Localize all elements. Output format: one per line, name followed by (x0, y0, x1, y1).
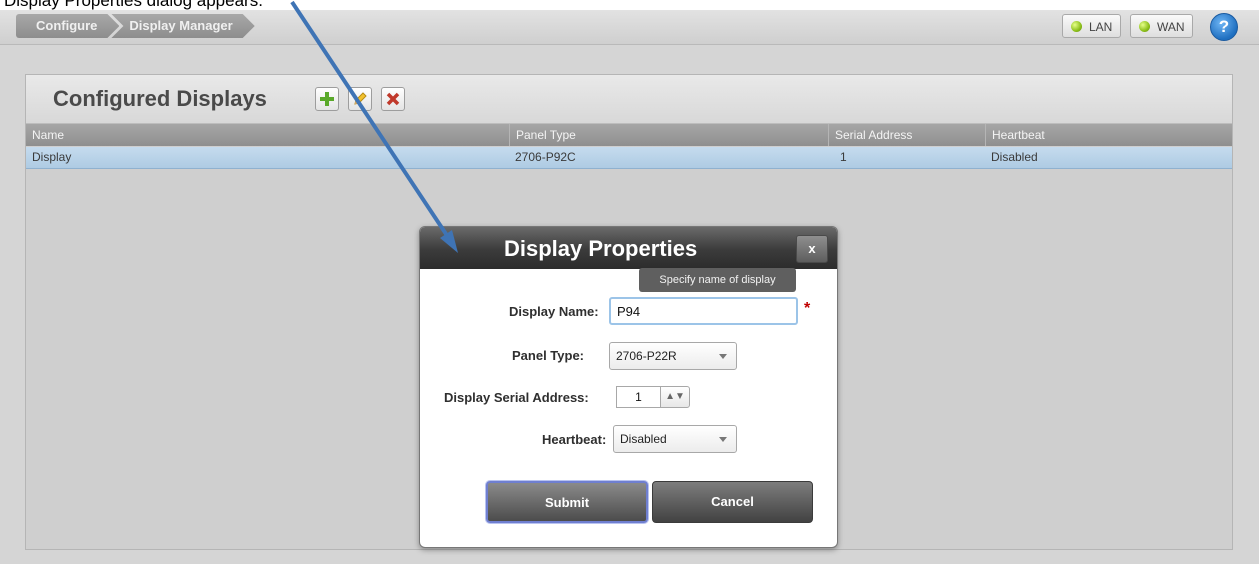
delete-display-button[interactable] (381, 87, 405, 111)
grid-header: Name Panel Type Serial Address Heartbeat (26, 124, 1232, 146)
help-icon[interactable]: ? (1210, 13, 1238, 41)
breadcrumb-display-manager[interactable]: Display Manager (111, 14, 254, 38)
pencil-icon (354, 92, 367, 105)
caption-area: Display Properties dialog appears. (0, 0, 1259, 10)
column-header-heartbeat[interactable]: Heartbeat (985, 124, 1232, 146)
wan-led-icon (1139, 21, 1150, 32)
chevron-down-icon (719, 354, 727, 359)
dialog-title: Display Properties (504, 236, 698, 261)
breadcrumb-configure[interactable]: Configure (16, 14, 119, 38)
required-star-icon: * (804, 300, 811, 317)
row-serial-address: 1 (840, 150, 847, 164)
x-icon (386, 92, 400, 106)
lan-led-icon (1071, 21, 1082, 32)
display-properties-dialog: Display Properties x Specify name of dis… (419, 226, 838, 548)
row-name: Display (32, 150, 72, 164)
lan-label: LAN (1089, 20, 1113, 34)
dialog-titlebar[interactable]: Display Properties x (420, 227, 837, 269)
add-display-button[interactable] (315, 87, 339, 111)
chevron-down-icon (719, 437, 727, 442)
heartbeat-value: Disabled (620, 432, 667, 446)
serial-address-input[interactable]: 1 (616, 386, 660, 408)
display-name-label: Display Name: (509, 304, 599, 319)
wan-status-button[interactable]: WAN (1130, 14, 1193, 38)
column-header-panel-type[interactable]: Panel Type (509, 124, 828, 146)
panel-title: Configured Displays (53, 86, 267, 111)
display-name-tooltip: Specify name of display (639, 268, 796, 292)
close-button[interactable]: x (796, 235, 828, 263)
panel-type-value: 2706-P22R (616, 349, 677, 363)
serial-address-label: Display Serial Address: (444, 390, 589, 405)
panel-header: Configured Displays (26, 75, 1232, 124)
row-heartbeat: Disabled (991, 150, 1038, 164)
column-header-serial-address[interactable]: Serial Address (828, 124, 985, 146)
column-header-name[interactable]: Name (26, 124, 509, 146)
top-bar: Configure Display Manager LAN WAN ? (0, 10, 1259, 45)
submit-button[interactable]: Submit (486, 481, 648, 523)
serial-address-stepper[interactable]: ▲▼ (660, 386, 690, 408)
lan-status-button[interactable]: LAN (1062, 14, 1121, 38)
panel-type-label: Panel Type: (512, 348, 585, 363)
heartbeat-select[interactable]: Disabled (613, 425, 737, 453)
stepper-arrows-icon: ▲▼ (665, 391, 685, 402)
display-name-field[interactable] (609, 297, 798, 325)
plus-icon (320, 92, 334, 106)
heartbeat-label: Heartbeat: (542, 432, 607, 447)
table-row[interactable]: Display 2706-P92C 1 Disabled (26, 147, 1232, 169)
breadcrumb: Configure Display Manager (16, 14, 255, 38)
panel-type-select[interactable]: 2706-P22R (609, 342, 737, 370)
wan-label: WAN (1157, 20, 1185, 34)
row-panel-type: 2706-P92C (515, 150, 576, 164)
edit-display-button[interactable] (348, 87, 372, 111)
cancel-button[interactable]: Cancel (652, 481, 813, 523)
